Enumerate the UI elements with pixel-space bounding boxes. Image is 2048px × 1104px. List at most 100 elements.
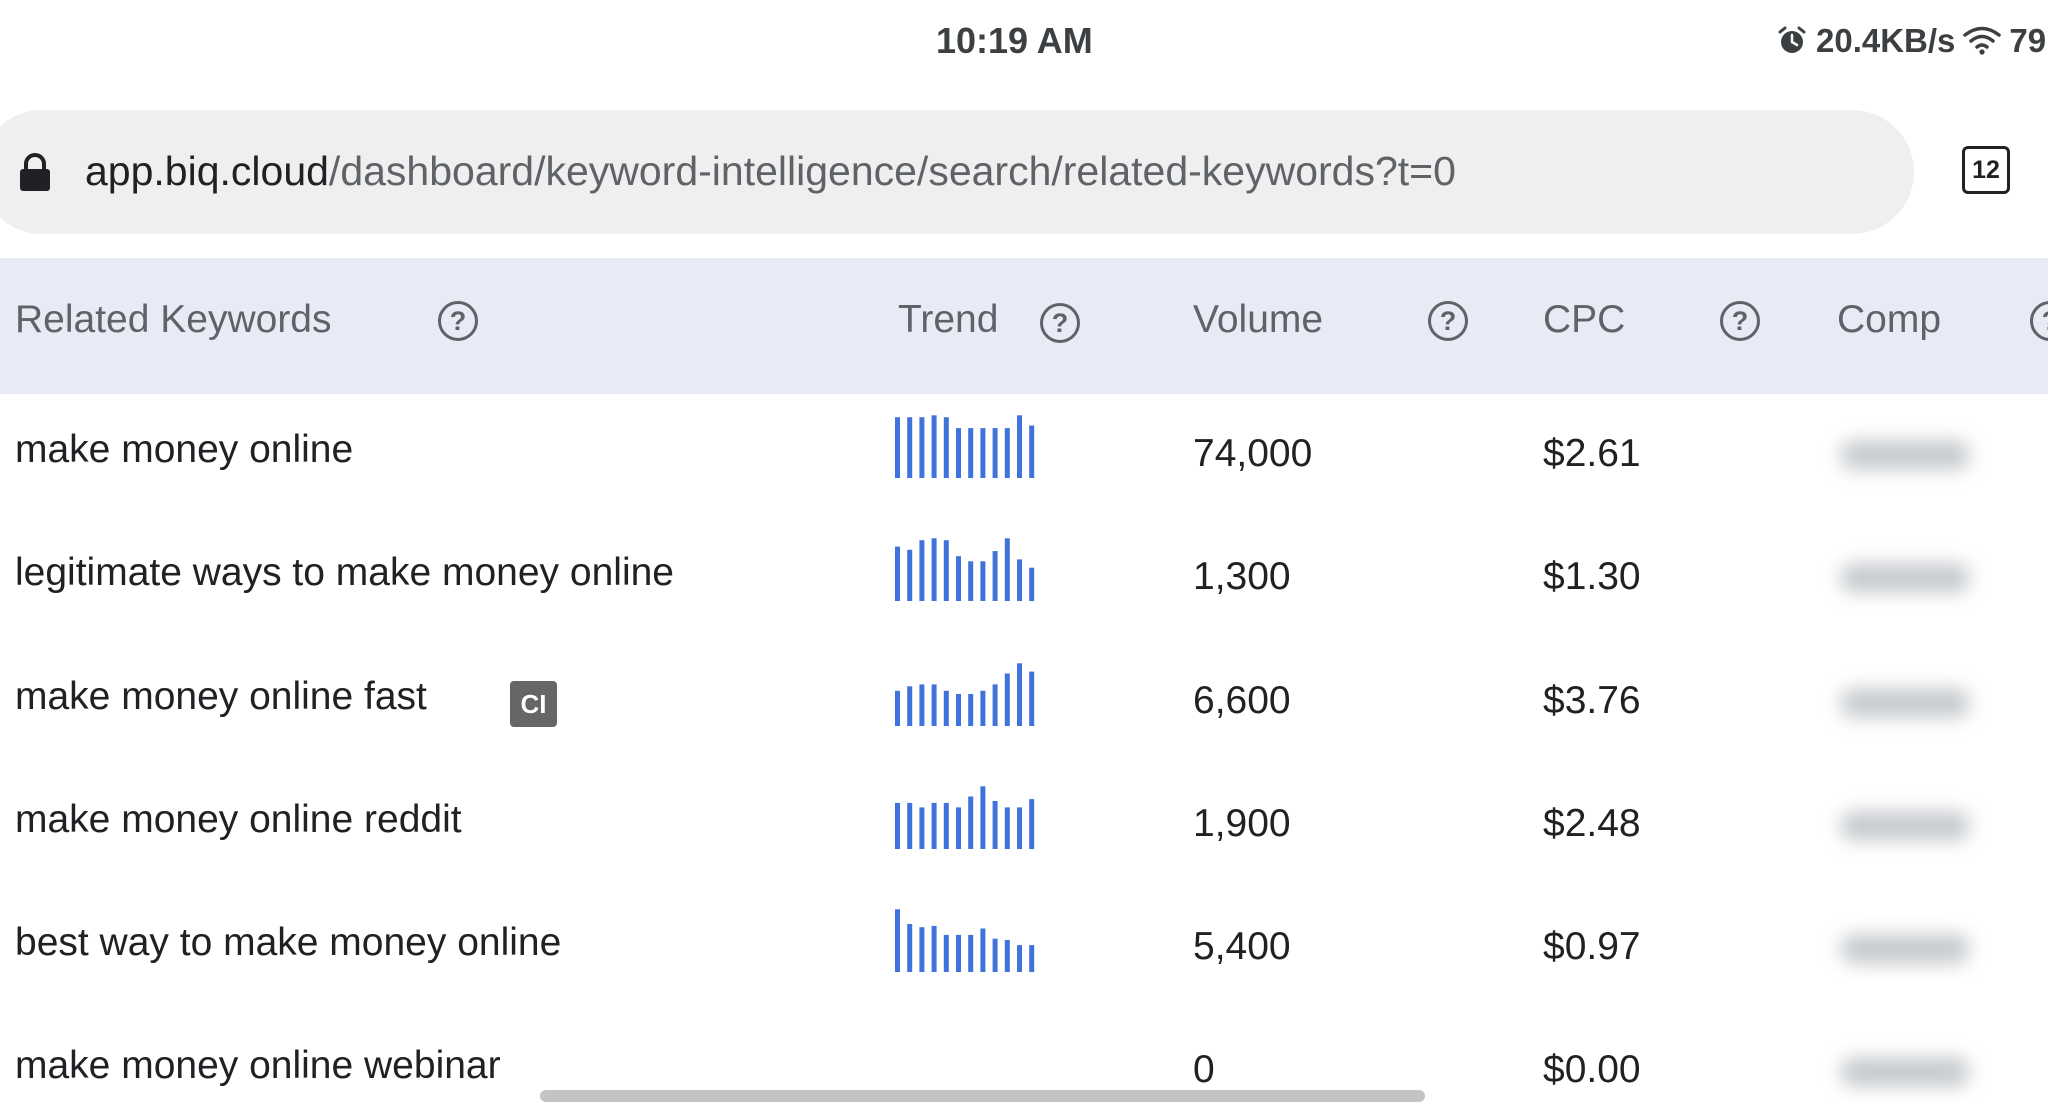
trend-sparkline xyxy=(895,909,1035,972)
tab-switcher-button[interactable]: 12 xyxy=(1962,146,2010,194)
battery-level: 79 xyxy=(2009,22,2047,59)
trend-bar xyxy=(968,428,974,478)
trend-bar xyxy=(956,934,961,972)
trend-bar xyxy=(1029,945,1035,972)
trend-bar xyxy=(907,924,913,972)
trend-bar xyxy=(1017,559,1022,601)
cpc-value: $0.97 xyxy=(1543,925,1641,968)
cpc-value: $2.61 xyxy=(1543,432,1641,475)
trend-bar xyxy=(895,546,900,601)
volume-value: 5,400 xyxy=(1193,925,1291,968)
trend-bar xyxy=(980,690,986,726)
horizontal-scrollbar[interactable] xyxy=(540,1090,1425,1102)
trend-bar xyxy=(943,417,949,478)
trend-bar xyxy=(980,428,986,478)
column-header-volume[interactable]: Volume xyxy=(1193,298,1323,342)
trend-bar xyxy=(1004,807,1010,849)
status-bar: 10:19 AM 20.4KB/s 79 xyxy=(0,0,2048,90)
comp-value-blurred xyxy=(1840,1057,1970,1087)
keyword-link[interactable]: best way to make money online xyxy=(15,921,561,965)
keyword-link[interactable]: make money online fast xyxy=(15,675,427,719)
trend-sparkline xyxy=(895,538,1035,601)
trend-sparkline xyxy=(895,415,1035,478)
volume-value: 74,000 xyxy=(1193,432,1313,475)
url-domain: app.biq.cloud xyxy=(85,148,329,194)
trend-bar xyxy=(919,807,925,849)
trend-bar xyxy=(980,786,986,849)
url-text[interactable]: app.biq.cloud/dashboard/keyword-intellig… xyxy=(85,148,1456,195)
table-row[interactable]: make money online 74,000 $2.61 xyxy=(0,394,2048,517)
comp-value-blurred xyxy=(1840,563,1970,593)
trend-bar xyxy=(895,690,900,726)
trend-bar xyxy=(956,428,961,478)
help-icon[interactable]: ? xyxy=(1720,301,1760,341)
trend-bar xyxy=(943,690,949,726)
table-row[interactable]: make money online reddit 1,900 $2.48 xyxy=(0,763,2048,886)
volume-value: 6,600 xyxy=(1193,679,1291,722)
trend-bar xyxy=(907,686,913,726)
alarm-icon xyxy=(1776,25,1808,57)
cpc-value: $3.76 xyxy=(1543,679,1641,722)
keyword-link[interactable]: legitimate ways to make money online xyxy=(15,551,674,595)
address-bar[interactable]: app.biq.cloud/dashboard/keyword-intellig… xyxy=(0,110,1914,234)
trend-bar xyxy=(931,925,937,972)
trend-bar xyxy=(1004,428,1010,478)
help-icon[interactable]: ? xyxy=(2030,301,2048,341)
column-header-cpc[interactable]: CPC xyxy=(1543,298,1625,342)
table-row[interactable]: best way to make money online 5,400 $0.9… xyxy=(0,886,2048,1009)
cpc-value: $0.00 xyxy=(1543,1048,1641,1091)
trend-bar xyxy=(919,540,925,601)
lock-icon[interactable] xyxy=(18,152,52,197)
help-icon[interactable]: ? xyxy=(1040,303,1080,343)
help-icon[interactable]: ? xyxy=(438,301,478,341)
trend-bar xyxy=(919,417,925,478)
trend-bar xyxy=(919,927,925,972)
trend-bar xyxy=(1004,673,1010,726)
cpc-value: $2.48 xyxy=(1543,802,1641,845)
trend-bar xyxy=(907,802,913,849)
comp-value-blurred xyxy=(1840,811,1970,841)
trend-bar xyxy=(1004,538,1010,601)
status-indicators: 20.4KB/s 79 xyxy=(1776,22,2046,60)
trend-bar xyxy=(1017,945,1022,972)
comp-value-blurred xyxy=(1840,440,1970,470)
column-header-keywords[interactable]: Related Keywords xyxy=(15,298,332,342)
ci-badge[interactable]: CI xyxy=(510,681,557,727)
trend-bar xyxy=(895,802,900,849)
trend-bar xyxy=(931,538,937,601)
trend-bar xyxy=(980,928,986,972)
column-header-trend[interactable]: Trend xyxy=(898,298,998,342)
trend-bar xyxy=(895,417,900,478)
trend-bar xyxy=(943,802,949,849)
trend-bar xyxy=(968,694,974,726)
trend-bar xyxy=(907,549,913,601)
help-icon[interactable]: ? xyxy=(1428,301,1468,341)
comp-value-blurred xyxy=(1840,934,1970,964)
trend-bar xyxy=(907,417,913,478)
trend-bar xyxy=(956,694,961,726)
trend-bar xyxy=(968,561,974,601)
trend-bar xyxy=(992,684,998,726)
trend-bar xyxy=(956,556,961,601)
trend-bar xyxy=(968,796,974,849)
volume-value: 1,300 xyxy=(1193,555,1291,598)
trend-bar xyxy=(1029,425,1035,478)
status-time: 10:19 AM xyxy=(936,20,1093,61)
column-header-comp[interactable]: Comp xyxy=(1837,298,1941,342)
table-row[interactable]: legitimate ways to make money online 1,3… xyxy=(0,517,2048,640)
trend-bar xyxy=(1029,799,1035,849)
keyword-link[interactable]: make money online webinar xyxy=(15,1044,501,1088)
cpc-value: $1.30 xyxy=(1543,555,1641,598)
trend-bar xyxy=(968,934,974,972)
trend-sparkline xyxy=(895,786,1035,849)
trend-bar xyxy=(992,428,998,478)
trend-bar xyxy=(919,684,925,726)
trend-bar xyxy=(992,938,998,972)
keyword-link[interactable]: make money online xyxy=(15,428,353,472)
wifi-icon xyxy=(1963,26,2002,56)
trend-bar xyxy=(992,551,998,601)
table-row[interactable]: make money online fast CI 6,600 $3.76 xyxy=(0,640,2048,763)
keyword-link[interactable]: make money online reddit xyxy=(15,798,462,842)
trend-sparkline xyxy=(895,663,1035,726)
trend-sparkline xyxy=(895,1031,1105,1095)
